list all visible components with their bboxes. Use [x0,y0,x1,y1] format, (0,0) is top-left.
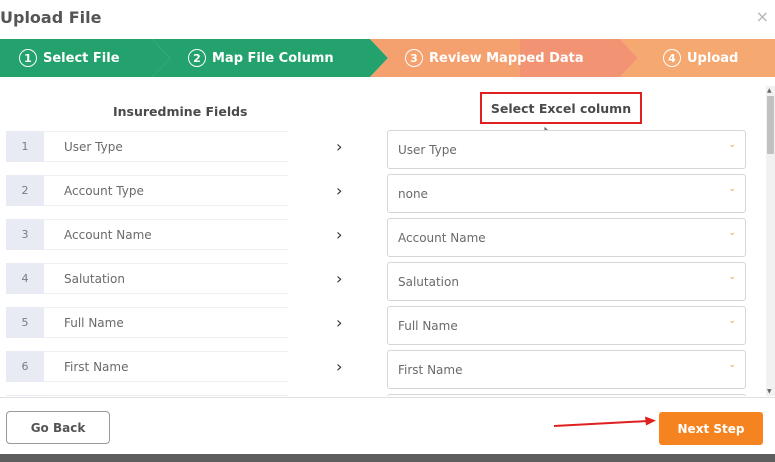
close-icon[interactable]: × [756,7,769,26]
step-upload[interactable]: 4 Upload [663,48,738,68]
step-number: 2 [188,49,206,67]
row-index: 4 [6,263,44,294]
row-index [6,395,44,396]
excel-column-select[interactable]: Salutation ⌄ [387,262,746,301]
select-value: Full Name [398,318,458,333]
mapping-panel: Insuredmine Fields Select Excel column 1… [0,86,766,396]
arrow-annotation-icon [553,416,656,427]
field-name: Full Name [44,307,288,338]
row-index: 2 [6,175,44,206]
excel-column-select[interactable]: Account Name ⌄ [387,218,746,257]
chevron-down-icon: ⌄ [728,360,736,370]
modal-title: Upload File [0,8,102,27]
chevron-right-icon: › [336,269,343,288]
scroll-down-icon[interactable]: ▼ [767,388,772,395]
excel-column-select[interactable]: none ⌄ [387,174,746,213]
insuredmine-fields-header: Insuredmine Fields [113,104,248,119]
chevron-down-icon: ⌄ [728,228,736,238]
mapping-row: 6 First Name › First Name ⌄ [0,350,766,390]
step-label: Select File [43,50,120,66]
row-index: 5 [6,307,44,338]
step-number: 3 [405,49,423,67]
row-index: 1 [6,131,44,162]
select-excel-column-header: Select Excel column [480,92,642,124]
chevron-right-icon: › [336,225,343,244]
select-value: Account Name [398,230,486,245]
go-back-button[interactable]: Go Back [6,411,110,444]
chevron-down-icon: ⌄ [728,272,736,282]
excel-column-select[interactable]: User Type ⌄ [387,130,746,169]
mapping-row: 5 Full Name › Full Name ⌄ [0,306,766,346]
chevron-down-icon: ⌄ [728,184,736,194]
field-name: Account Name [44,219,288,250]
window-bottom-bar [0,454,775,462]
select-value: First Name [398,362,463,377]
chevron-right-icon: › [336,357,343,376]
chevron-down-icon: ⌄ [728,140,736,150]
chevron-right-icon: › [336,137,343,156]
step-number: 4 [663,49,681,67]
step-review-mapped-data[interactable]: 3 Review Mapped Data [405,48,584,68]
select-value: User Type [398,142,457,157]
mapping-row: 4 Salutation › Salutation ⌄ [0,262,766,302]
mapping-row-partial [0,394,766,396]
step-label: Map File Column [212,50,334,66]
scrollbar[interactable]: ▲ ▼ [766,86,775,396]
field-name: Salutation [44,263,288,294]
excel-column-select[interactable]: First Name ⌄ [387,350,746,389]
scroll-up-icon[interactable]: ▲ [767,87,772,94]
field-name: First Name [44,351,288,382]
chevron-right-icon: › [336,313,343,332]
field-name: User Type [44,131,288,162]
mapping-row: 3 Account Name › Account Name ⌄ [0,218,766,258]
modal-footer: Go Back Next Step [0,397,775,462]
row-index: 3 [6,219,44,250]
row-index: 6 [6,351,44,382]
excel-column-select[interactable]: Full Name ⌄ [387,306,746,345]
stepper: 1 Select File 2 Map File Column 3 Review… [0,39,775,77]
excel-column-select[interactable] [387,394,746,396]
step-map-file-column[interactable]: 2 Map File Column [188,48,334,68]
step-label: Review Mapped Data [429,50,584,66]
mapping-row: 2 Account Type › none ⌄ [0,174,766,214]
select-value: Salutation [398,274,459,289]
chevron-right-icon: › [336,181,343,200]
step-label: Upload [687,50,739,66]
step-number: 1 [19,49,37,67]
modal-header: Upload File × [0,0,775,38]
next-step-button[interactable]: Next Step [659,412,763,445]
field-name [44,395,288,396]
field-name: Account Type [44,175,288,206]
chevron-down-icon: ⌄ [728,316,736,326]
select-value: none [398,186,428,201]
scrollbar-thumb[interactable] [767,96,774,154]
step-select-file[interactable]: 1 Select File [19,48,120,68]
mapping-row: 1 User Type › User Type ⌄ [0,130,766,170]
